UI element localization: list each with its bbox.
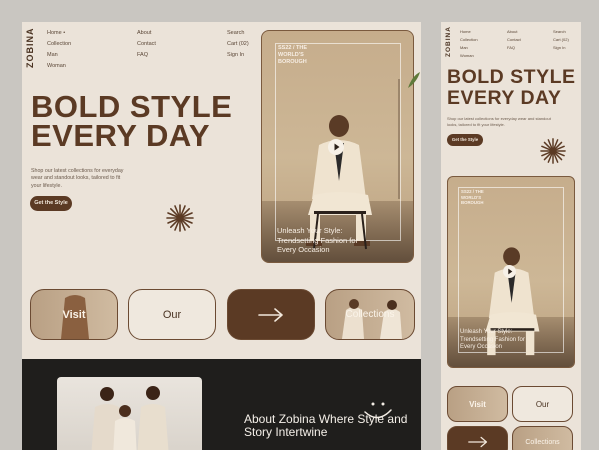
about-title: About Zobina Where Style and Story Inter… (244, 412, 408, 439)
mobile-collections-label: Collections (525, 438, 560, 446)
mobile-arrow-right-icon (467, 436, 487, 448)
our-label: Our (162, 308, 182, 321)
visit-label: Visit (62, 308, 86, 321)
mobile-nav-home[interactable]: Home (460, 28, 478, 36)
mobile-season-tag: SS22 / THE WORLD'S BOROUGH (461, 189, 484, 205)
mobile-mockup: ZOBINA Home Collection Man Woman About C… (441, 22, 581, 450)
mobile-nav-woman[interactable]: Woman (460, 52, 478, 60)
nav-link-about[interactable]: About (137, 28, 156, 39)
play-video-button[interactable] (328, 139, 344, 155)
mobile-nav-column-primary: Home Collection Man Woman (460, 28, 478, 60)
nav-link-collection[interactable]: Collection (47, 39, 71, 50)
hero-photo: SS22 / THE WORLD'S BOROUGH Unleash Your … (261, 30, 414, 263)
play-icon (334, 143, 340, 151)
nav-link-search[interactable]: Search (227, 28, 249, 39)
mobile-visit-pill[interactable]: Visit (447, 386, 508, 422)
collections-pill[interactable]: Collections (325, 289, 415, 340)
mobile-play-video-button[interactable] (503, 265, 516, 278)
mobile-collections-pill[interactable]: Collections (512, 426, 573, 450)
nav-column-info: About Contact FAQ (137, 28, 156, 61)
mobile-brand-logo[interactable]: ZOBINA (445, 26, 452, 57)
photo-caption: Unleash Your Style: Trendsetting Fashion… (277, 226, 359, 254)
mobile-hero-headline: BOLD STYLE EVERY DAY (447, 67, 576, 109)
season-tag: SS22 / THE WORLD'S BOROUGH (278, 45, 308, 65)
our-pill[interactable]: Our (128, 289, 216, 340)
mobile-nav-man[interactable]: Man (460, 44, 478, 52)
arrow-pill-button[interactable] (227, 289, 315, 340)
hero-headline: BOLD STYLE EVERY DAY (31, 89, 233, 153)
starburst-icon (166, 204, 194, 232)
about-photo (57, 377, 202, 450)
mobile-nav-faq[interactable]: FAQ (507, 44, 521, 52)
mobile-get-the-style-button[interactable]: Get the Style (447, 134, 483, 146)
nav-link-cart[interactable]: Cart (02) (227, 39, 249, 50)
mobile-starburst-icon (540, 138, 566, 164)
hero-subtitle: Shop our latest collections for everyday… (31, 168, 124, 189)
brand-logo[interactable]: ZOBINA (25, 28, 35, 69)
mobile-play-icon (508, 268, 513, 275)
nav-link-contact[interactable]: Contact (137, 39, 156, 50)
mobile-arrow-pill-button[interactable] (447, 426, 508, 450)
mobile-hero-photo: SS22 / THE WORLD'S BOROUGH Unleash Your … (447, 176, 575, 368)
nav-link-woman[interactable]: Woman (47, 61, 71, 72)
couple-figures (91, 386, 169, 450)
mobile-hero-line-2: EVERY DAY (447, 87, 562, 109)
mobile-nav-column-account: Search Cart (02) Sign In (553, 28, 569, 52)
hero-line-2: EVERY DAY (31, 118, 211, 153)
mobile-hero-subtitle: Shop our latest collections for everyday… (447, 116, 551, 127)
hero-line-1: BOLD STYLE (31, 89, 233, 124)
visit-pill[interactable]: Visit (30, 289, 118, 340)
plant-leaf-decoration (408, 72, 420, 88)
mobile-nav-search[interactable]: Search (553, 28, 569, 36)
nav-link-signin[interactable]: Sign In (227, 50, 249, 61)
nav-link-home[interactable]: Home • (47, 28, 71, 39)
mobile-nav-cart[interactable]: Cart (02) (553, 36, 569, 44)
get-the-style-button[interactable]: Get the Style (30, 196, 72, 211)
mobile-nav-contact[interactable]: Contact (507, 36, 521, 44)
nav-link-man[interactable]: Man (47, 50, 71, 61)
mobile-photo-caption: Unleash Your Style: Trendsetting Fashion… (460, 329, 525, 350)
collections-label: Collections (345, 309, 395, 320)
mobile-our-label: Our (535, 399, 550, 409)
nav-column-account: Search Cart (02) Sign In (227, 28, 249, 61)
arrow-right-icon (258, 307, 283, 322)
mobile-our-pill[interactable]: Our (512, 386, 573, 422)
mobile-nav-about[interactable]: About (507, 28, 521, 36)
about-section: About Zobina Where Style and Story Inter… (22, 359, 421, 450)
mobile-nav-collection[interactable]: Collection (460, 36, 478, 44)
desktop-mockup: ZOBINA Home • Collection Man Woman About… (22, 22, 421, 450)
nav-column-primary: Home • Collection Man Woman (47, 28, 71, 72)
mobile-hero-line-1: BOLD STYLE (447, 66, 576, 88)
nav-link-faq[interactable]: FAQ (137, 50, 156, 61)
mobile-visit-label: Visit (469, 399, 486, 409)
mobile-nav-column-info: About Contact FAQ (507, 28, 521, 52)
mobile-nav-signin[interactable]: Sign In (553, 44, 569, 52)
